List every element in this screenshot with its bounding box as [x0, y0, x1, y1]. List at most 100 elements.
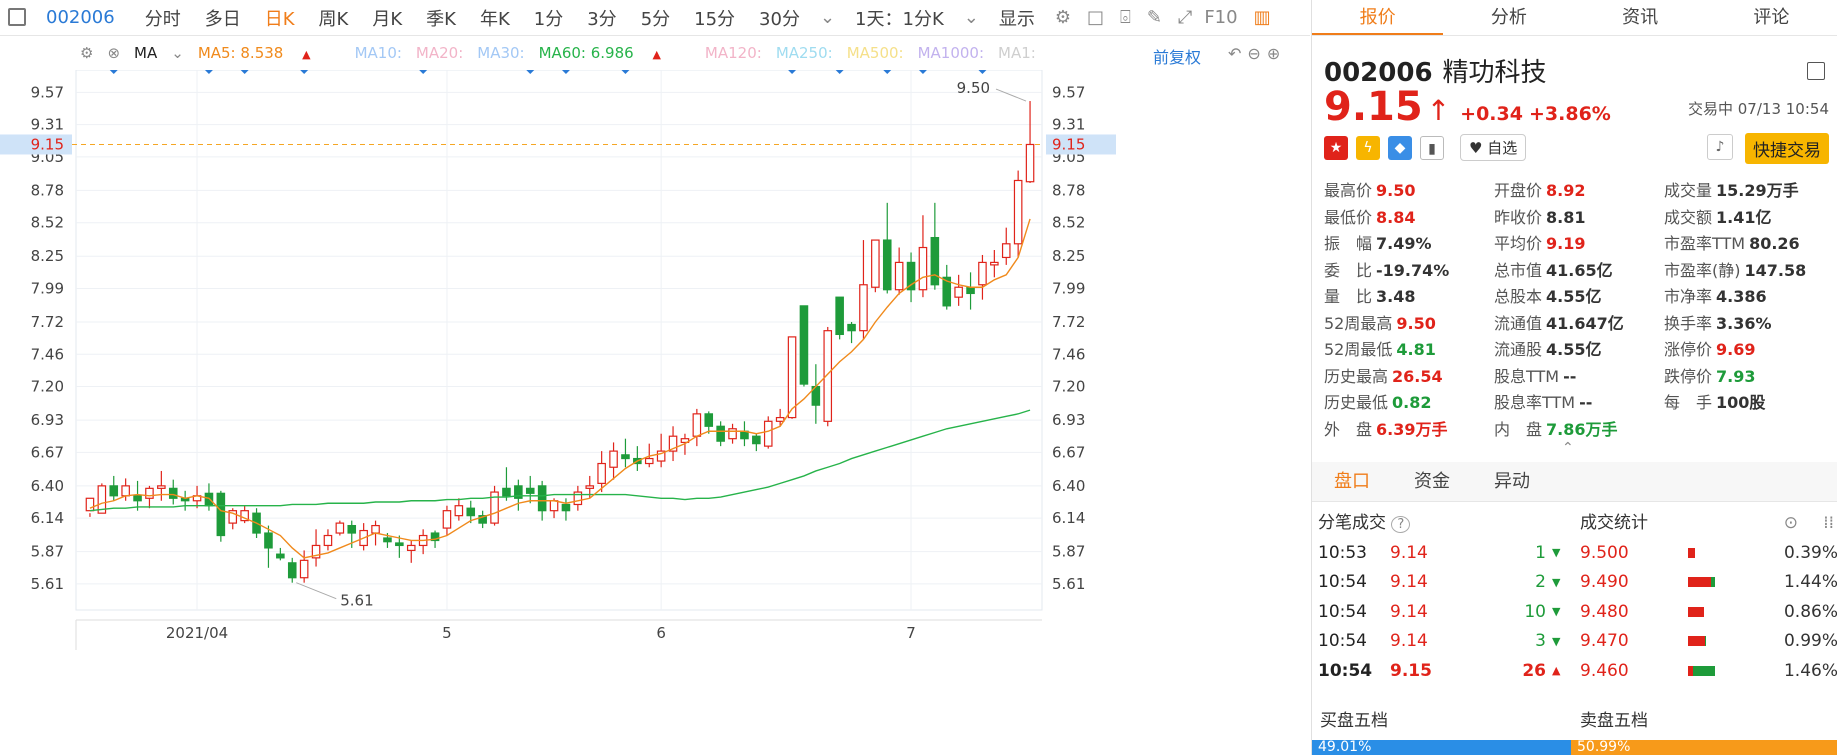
y-tick-right: 6.40 [1052, 477, 1085, 495]
period-tab[interactable]: 季K [426, 5, 456, 31]
candle-body [621, 454, 630, 460]
stat-value: 7.93 [1716, 366, 1756, 386]
quick-trade-button[interactable]: 快捷交易 [1745, 133, 1829, 164]
adjust-button[interactable]: 前复权 [1153, 44, 1201, 68]
trade-pct: 0.39% [1783, 542, 1837, 563]
period-tab[interactable]: 月K [372, 5, 402, 31]
expand-icon[interactable]: ⤢ [1178, 7, 1192, 28]
stat-cell: 总股本 4.55亿 [1494, 283, 1664, 307]
candle-body [990, 261, 999, 266]
ma20-label: MA20: [415, 44, 464, 62]
panel-tab[interactable]: 分析 [1443, 0, 1574, 35]
y-tick-left: 5.61 [31, 575, 64, 593]
settings-icon[interactable]: ⚙ [1055, 7, 1071, 28]
tick-time: 10:54 [1318, 660, 1373, 681]
period-tab[interactable]: 3分 [587, 5, 616, 31]
chevron-down-icon[interactable]: ⌄ [171, 44, 184, 62]
tick-row: 10:53 9.14 1 ▼ [1312, 538, 1562, 568]
stat-value: 9.50 [1376, 181, 1416, 201]
stat-cell: 历史最高 26.54 [1324, 363, 1494, 387]
lightning-icon[interactable]: ϟ [1356, 135, 1380, 160]
candle-body [537, 485, 547, 512]
pen-icon[interactable]: ✎ [1147, 7, 1162, 28]
period-tab[interactable]: 日K [265, 5, 295, 31]
zoom-out-icon[interactable]: ⊖ [1247, 44, 1266, 63]
chevron-down-icon[interactable]: ⌄ [964, 7, 979, 28]
more-icon[interactable]: ⊙ [1784, 508, 1798, 538]
sub-tab[interactable]: 资金 [1392, 462, 1472, 501]
undo-icon[interactable]: ↶ [1228, 44, 1247, 63]
y-tick-left: 6.40 [31, 477, 64, 495]
china-flag-icon[interactable]: ★ [1324, 135, 1348, 160]
panel-tab[interactable]: 资讯 [1575, 0, 1706, 35]
bell-icon[interactable]: ♪ [1707, 134, 1733, 160]
panel-tab[interactable]: 评论 [1706, 0, 1837, 35]
period-tab[interactable]: 5分 [641, 5, 670, 31]
high-label: 9.50 [957, 79, 990, 97]
stat-cell: 历史最低 0.82 [1324, 389, 1494, 413]
stat-cell: 开盘价 8.92 [1494, 177, 1664, 201]
sub-tab[interactable]: 盘口 [1312, 462, 1392, 501]
period-tab[interactable]: 周K [319, 5, 349, 31]
stat-value: 3.36% [1716, 313, 1772, 333]
stat-label: 外 盘 [1324, 419, 1373, 439]
candle-body [335, 522, 345, 534]
layout-icon[interactable] [1807, 62, 1825, 80]
stat-cell: 每 手 100股 [1664, 389, 1834, 413]
adjust-select[interactable]: 1天：1分K [855, 5, 944, 31]
stat-label: 昨收价 [1494, 207, 1543, 227]
period-tab[interactable]: 15分 [694, 5, 735, 31]
kline-chart[interactable]: 9.57 9.579.31 9.319.05 9.058.78 8.788.52 8.52… [0, 70, 1310, 755]
candle-body [549, 500, 559, 512]
stats-row: 52周最高 9.50 流通值 41.647亿 换手率 3.36% [1324, 309, 1834, 336]
display-menu[interactable]: 显示 [999, 5, 1035, 31]
tick-price: 9.14 [1390, 572, 1428, 593]
period-tab[interactable]: 30分 [759, 5, 800, 31]
stat-value: 41.65亿 [1546, 260, 1613, 280]
candle-body [383, 537, 392, 543]
stats-row: 委 比 -19.74% 总市值 41.65亿 市盈率(静) 147.58 [1324, 256, 1834, 283]
period-tab[interactable]: 分时 [145, 5, 181, 31]
camera-icon[interactable]: ⌻ [1120, 7, 1131, 28]
panel-toggle-icon[interactable]: ▥ [1254, 7, 1271, 28]
candle-body [406, 544, 416, 552]
candle-body [85, 497, 95, 512]
collapse-icon[interactable]: ⌃ [1562, 440, 1574, 456]
gear-icon[interactable]: ⚙ [80, 44, 93, 62]
chevron-down-icon[interactable]: ⌄ [820, 7, 835, 28]
candle-body [930, 236, 940, 286]
indicator-name[interactable]: MA [134, 44, 157, 62]
square-icon[interactable]: □ [1087, 7, 1104, 28]
tag-icon[interactable]: ◆ [1388, 135, 1412, 160]
help-icon[interactable]: ? [1391, 516, 1411, 533]
stat-label: 量 比 [1324, 287, 1373, 307]
candle-body [752, 435, 761, 445]
trade-pct: 0.86% [1783, 601, 1837, 622]
tick-row: 10:54 9.14 2 ▼ [1312, 568, 1562, 598]
ma1000-label: MA1000: [917, 44, 985, 62]
sub-tab[interactable]: 异动 [1472, 462, 1552, 501]
ma10-label: MA10: [354, 44, 402, 62]
watchlist-button[interactable]: ♥ 自选 [1460, 134, 1527, 161]
panel-tab[interactable]: 报价 [1312, 0, 1444, 35]
stat-label: 平均价 [1494, 234, 1543, 254]
f10-button[interactable]: F10 [1204, 7, 1237, 28]
y-tick-right: 5.61 [1052, 575, 1085, 593]
bookmark-icon[interactable]: ▮ [1420, 135, 1444, 160]
tick-time: 10:54 [1318, 572, 1367, 593]
y-tick-left: 8.52 [31, 214, 64, 232]
candle-body [799, 305, 809, 385]
close-icon[interactable]: ⊗ [107, 44, 120, 62]
period-tab[interactable]: 1分 [534, 5, 563, 31]
period-tab[interactable]: 多日 [205, 5, 241, 31]
zoom-in-icon[interactable]: ⊕ [1267, 44, 1286, 63]
grid-icon[interactable]: ⁞⁞ [1823, 508, 1834, 538]
sidebar-toggle-icon[interactable] [8, 8, 26, 26]
candle-body [1025, 143, 1035, 183]
stat-label: 委 比 [1324, 260, 1373, 280]
y-tick-left: 7.99 [31, 279, 64, 297]
period-tab[interactable]: 年K [480, 5, 510, 31]
candle-body [109, 485, 119, 497]
stat-label: 成交量 [1664, 181, 1713, 201]
stat-label: 市盈率(静) [1664, 260, 1741, 280]
